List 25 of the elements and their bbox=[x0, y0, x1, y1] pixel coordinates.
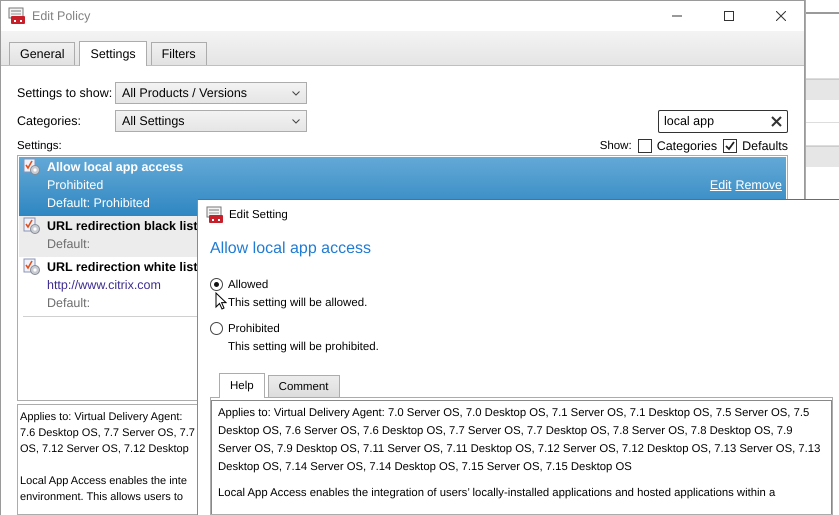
setting-name: URL redirection white list bbox=[47, 259, 198, 276]
setting-name: URL redirection black list bbox=[47, 218, 198, 235]
setting-heading: Allow local app access bbox=[210, 240, 372, 258]
setting-value: http://www.citrix.com bbox=[47, 277, 161, 294]
setting-default: Default: bbox=[47, 295, 90, 312]
help-paragraph: Applies to: Virtual Delivery Agent: 7.0 Server OS, 7.0 Desktop OS, 7.1 Server OS, 7.1 Desktop OS, 7.5 Server OS, 7.5 Desktop OS, 7.6 Server OS, 7.6 Desktop OS, 7.7 Server OS, 7.7 Desktop OS, 7.8 Server OS, 7.8 Desktop OS, 7.9 Server OS, 7.9 Desktop OS, 7.11 Server OS, 7.11 Desktop OS, 7.12 Server OS, 7.12 Desktop OS, 7.13 Server OS, 7.13 Desktop OS, 7.14 Server OS, 7.14 Desktop OS, 7.15 Server OS, 7.15 Desktop OS bbox=[218, 406, 822, 475]
help-text-line: environment. This allows users to bbox=[20, 490, 184, 505]
option-label: Allowed bbox=[228, 278, 270, 293]
help-text-line: Local App Access enables the inte bbox=[20, 474, 187, 489]
window-title: Edit Policy bbox=[32, 9, 92, 23]
setting-default: Default: Prohibited bbox=[47, 195, 150, 212]
help-paragraph: Local App Access enables the integration of users’ locally-installed applications and hosted applications within a bbox=[218, 486, 776, 501]
help-text-line: 7.6 Desktop OS, 7.7 Server OS, 7.7 bbox=[20, 426, 195, 441]
option-label: Prohibited bbox=[228, 322, 281, 337]
field-label: Settings to show: bbox=[17, 86, 114, 100]
setting-value: Prohibited bbox=[47, 177, 104, 194]
settings-label: Settings: bbox=[17, 140, 62, 152]
setting-name: Allow local app access bbox=[47, 159, 184, 176]
setting-default: Default: bbox=[47, 236, 90, 253]
show-label: Show: bbox=[600, 140, 632, 152]
option-description: This setting will be allowed. bbox=[228, 296, 368, 311]
field-label: Categories: bbox=[17, 114, 82, 128]
option-description: This setting will be prohibited. bbox=[228, 340, 379, 355]
help-text-line: OS, 7.12 Server OS, 7.12 Desktop bbox=[20, 442, 189, 457]
help-text-line: Applies to: Virtual Delivery Agent: bbox=[20, 410, 182, 425]
